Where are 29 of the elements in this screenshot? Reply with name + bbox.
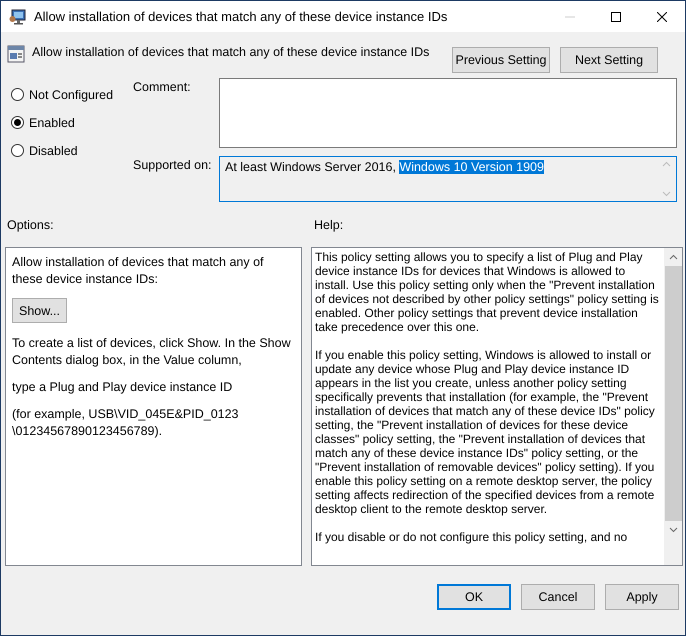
radio-option[interactable]: Not Configured	[11, 85, 133, 104]
show-button[interactable]: Show...	[12, 298, 67, 323]
comment-field[interactable]	[219, 78, 677, 148]
scroll-up-icon[interactable]	[668, 254, 678, 260]
field-label: Supported on:	[133, 157, 213, 174]
section-label: Options:	[7, 218, 55, 234]
window-title: Allow installation of devices that match any of these device instance IDs	[34, 9, 448, 24]
supported-on-field[interactable]: At least Windows Server 2016, Windows 10 Version 1909	[219, 156, 677, 202]
dialog-button[interactable]: OK	[437, 584, 511, 610]
help-paragraph: If you enable this policy setting, Windows is allowed to install or update any device whose Plug and Play device instance ID appears in the list you create, unless another policy setting specifically prevents that installation (for example, the "Prevent installation of devices that match any of these device IDs" policy setting, the "Prevent installation of devices for these device classes" policy setting, the "Prevent installation of devices that match any of these device instance IDs" policy setting, or the "Prevent installation of removable devices" policy setting). If you enable this policy setting on a remote desktop server, the policy setting affects redirection of the specified devices from a remote desktop client to the remote desktop server.	[315, 348, 656, 516]
policy-icon	[7, 45, 25, 63]
field-label: Comment:	[133, 79, 192, 96]
computer-icon	[9, 8, 27, 24]
dialog-button[interactable]: Cancel	[521, 584, 595, 610]
help-paragraph: If you disable or do not configure this policy setting, and no	[315, 530, 628, 544]
nav-button[interactable]: Next Setting	[560, 47, 658, 73]
radio-option[interactable]: Enabled	[11, 113, 133, 132]
scroll-down-icon[interactable]	[668, 527, 678, 533]
help-paragraph: This policy setting allows you to specify a list of Plug and Play device instance IDs for devices that Windows is allowed to install. Use this policy setting only when the "Prevent installation of devices not described by other policy settings" policy setting is enabled. Other policy settings that prevent device installation take precedence over this one.	[315, 250, 660, 334]
policy-title: Allow installation of devices that match any of these device instance IDs	[32, 45, 430, 59]
dialog-button[interactable]: Apply	[605, 584, 679, 610]
option-text: Allow installation of devices that match any of these device instance IDs:	[12, 254, 265, 288]
scrollbar[interactable]	[663, 248, 682, 565]
option-text: To create a list of devices, click Show. In the Show Contents dialog box, in the Value column,	[12, 335, 292, 369]
section-label: Help:	[314, 218, 344, 234]
option-text: type a Plug and Play device instance ID	[12, 379, 234, 396]
nav-button[interactable]: Previous Setting	[452, 47, 550, 73]
option-text: (for example, USB\VID_045E&PID_0123 \01234567890123456789).	[12, 406, 240, 440]
radio-option[interactable]: Disabled	[11, 141, 133, 160]
